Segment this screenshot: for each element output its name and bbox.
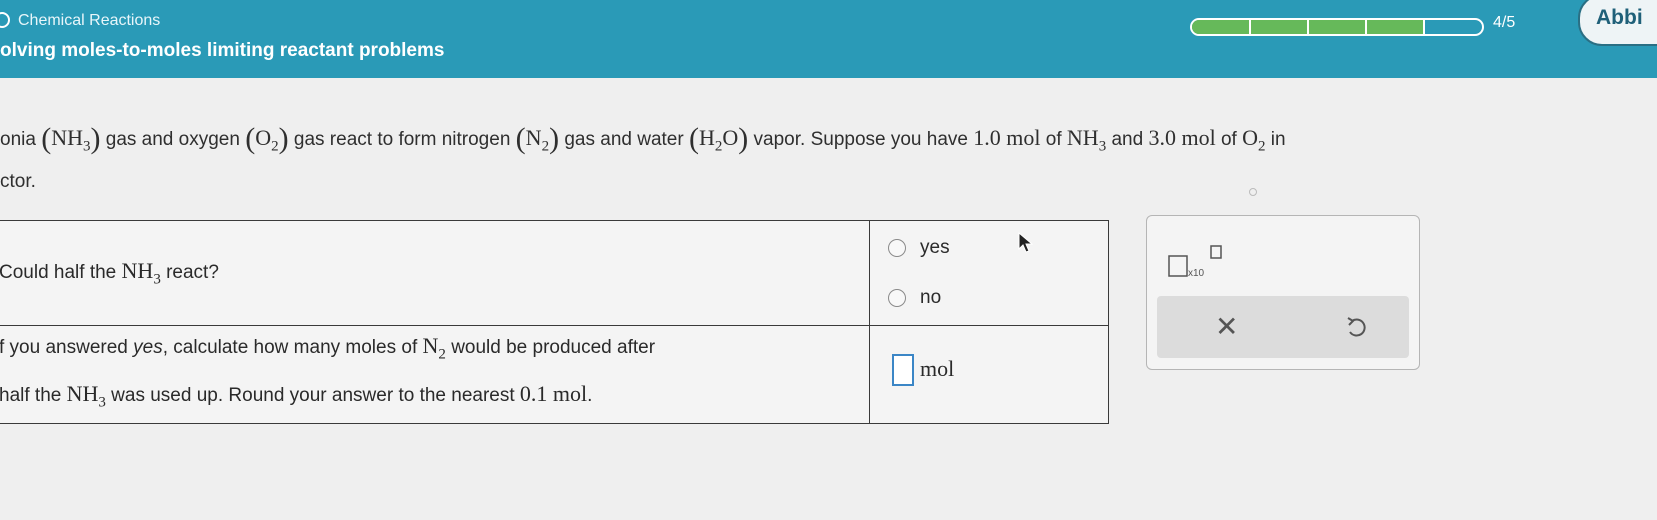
radio-no[interactable]	[888, 289, 906, 307]
decorative-dot	[1249, 188, 1257, 196]
math-tool-panel: x10 ✕	[1146, 215, 1420, 370]
option-no[interactable]: no	[888, 287, 941, 309]
x10-button[interactable]: x10	[1167, 242, 1237, 282]
header-bar: Chemical Reactions olving moles-to-moles…	[0, 0, 1657, 78]
progress-count: 4/5	[1493, 14, 1516, 31]
tool-action-bar: ✕	[1157, 296, 1409, 358]
option-no-label: no	[920, 287, 942, 308]
user-name: Abbi	[1596, 6, 1643, 29]
subtopic-title: olving moles-to-moles limiting reactant …	[0, 40, 445, 61]
option-yes[interactable]: yes	[888, 237, 950, 259]
progress-divider	[1365, 20, 1367, 34]
user-menu-button[interactable]: Abbi	[1578, 0, 1657, 46]
option-yes-label: yes	[920, 237, 950, 258]
radio-yes[interactable]	[888, 239, 906, 257]
question-2-text: f you answered yes, calculate how many m…	[0, 325, 870, 424]
close-icon[interactable]: ✕	[1215, 310, 1238, 343]
x10-label: x10	[1188, 268, 1205, 279]
topic-title: Chemical Reactions	[18, 12, 161, 29]
unit-label: mol	[920, 356, 955, 381]
progress-divider	[1423, 20, 1425, 34]
problem-statement: onia (NH3) gas and oxygen (O2) gas react…	[0, 116, 1650, 196]
problem-line-1: onia (NH3) gas and oxygen (O2) gas react…	[0, 122, 1286, 155]
mouse-cursor-icon	[1018, 232, 1034, 253]
question-1-text: Could half the NH3 react?	[0, 220, 870, 326]
question-row-1: Could half the NH3 react? yes no	[0, 220, 1109, 326]
question-2-answer: mol	[869, 325, 1109, 424]
problem-line-2: ctor.	[0, 171, 36, 193]
progress-divider	[1249, 20, 1251, 34]
progress-bar	[1190, 18, 1484, 36]
question-row-2: f you answered yes, calculate how many m…	[0, 325, 1109, 424]
progress-divider	[1307, 20, 1309, 34]
topic-expand-icon[interactable]	[0, 12, 10, 28]
moles-answer-input[interactable]	[892, 354, 914, 386]
question-table: Could half the NH3 react? yes no f you a…	[0, 220, 1109, 424]
undo-icon[interactable]	[1345, 316, 1369, 342]
question-1-answer: yes no	[869, 220, 1109, 326]
